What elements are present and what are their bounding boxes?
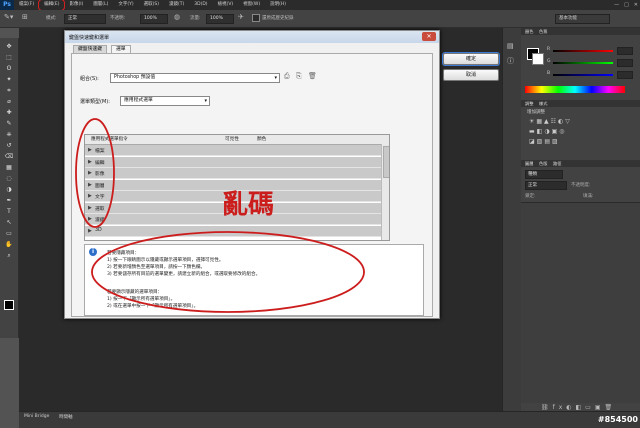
rows-annotation-ellipse <box>75 118 115 228</box>
watermark: #854500 <box>597 415 638 424</box>
annotation-overlay <box>75 118 365 313</box>
garbled-annotation-label: 亂碼 <box>222 190 275 220</box>
info-annotation-ellipse <box>91 231 365 313</box>
